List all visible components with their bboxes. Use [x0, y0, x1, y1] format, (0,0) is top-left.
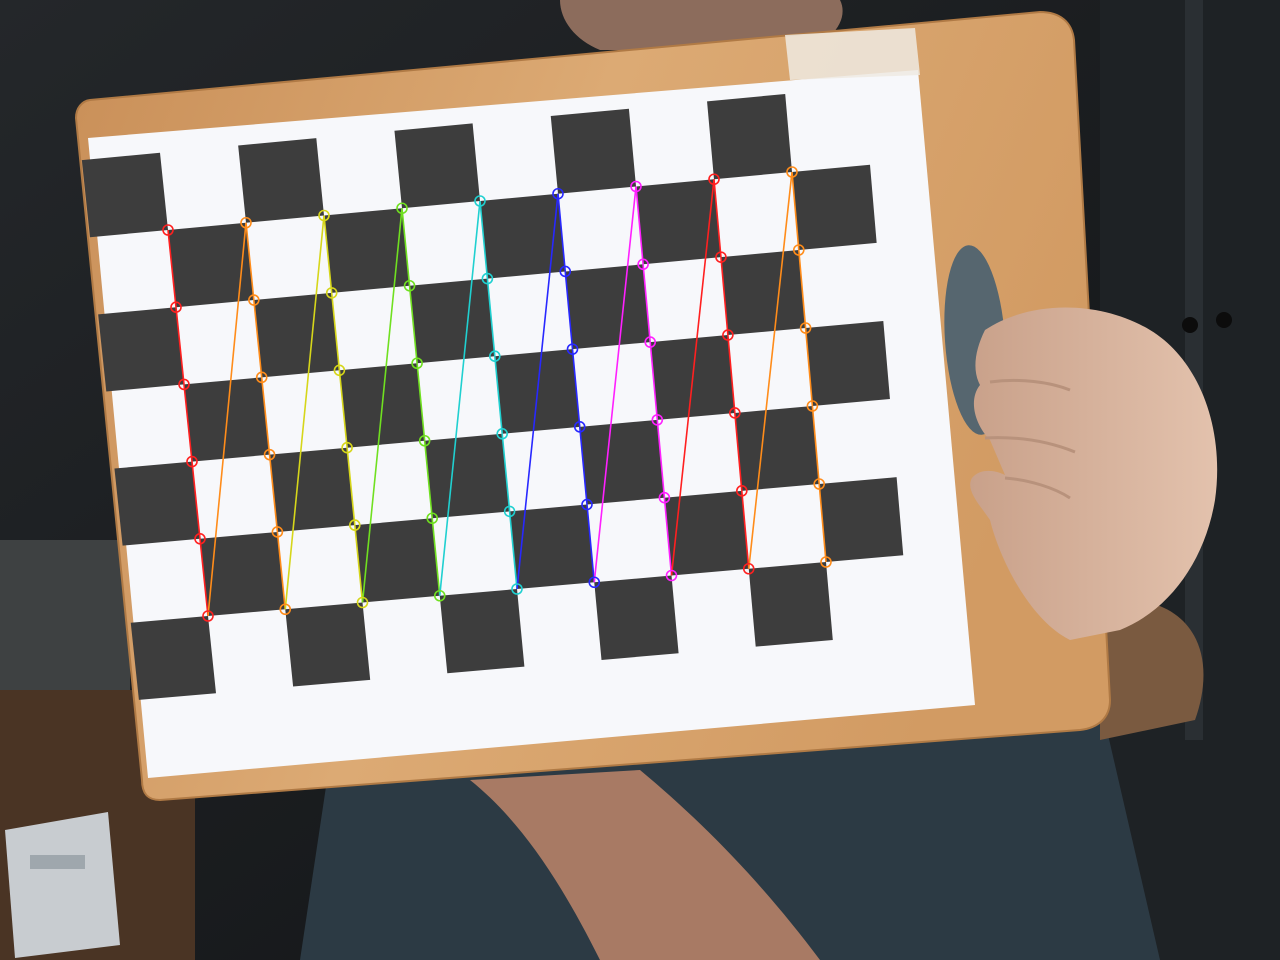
calibration-photo	[0, 0, 1280, 960]
checker-square	[707, 94, 792, 180]
tape-strip	[785, 28, 920, 80]
checker-square	[98, 307, 184, 392]
checker-square	[550, 108, 636, 194]
door-knob-icon	[1182, 317, 1198, 333]
checker-square	[354, 518, 440, 603]
checker-square	[480, 193, 566, 279]
checker-square	[805, 320, 890, 406]
checker-square	[269, 447, 355, 532]
checker-square	[394, 123, 480, 209]
checker-square	[409, 278, 495, 364]
checker-square	[285, 602, 371, 687]
checker-square	[324, 208, 410, 293]
checker-square	[734, 406, 820, 491]
checker-square	[748, 562, 833, 647]
paper-note	[5, 812, 120, 958]
checker-square	[168, 222, 254, 308]
checker-square	[664, 490, 749, 576]
checker-square	[424, 433, 510, 519]
checker-square	[579, 419, 665, 505]
checker-square	[720, 250, 806, 336]
checker-square	[81, 152, 168, 238]
checker-square	[253, 292, 340, 378]
checker-square	[819, 477, 904, 562]
checker-square	[114, 461, 200, 546]
checker-square	[565, 264, 651, 350]
door-knob-icon	[1216, 312, 1232, 328]
checker-square	[439, 589, 525, 674]
checker-square	[792, 164, 877, 250]
paper-note-print	[30, 855, 85, 869]
checker-square	[594, 575, 679, 660]
checker-square	[238, 138, 324, 223]
checker-square	[130, 616, 216, 700]
checker-square	[509, 504, 595, 589]
checker-square	[636, 179, 721, 265]
